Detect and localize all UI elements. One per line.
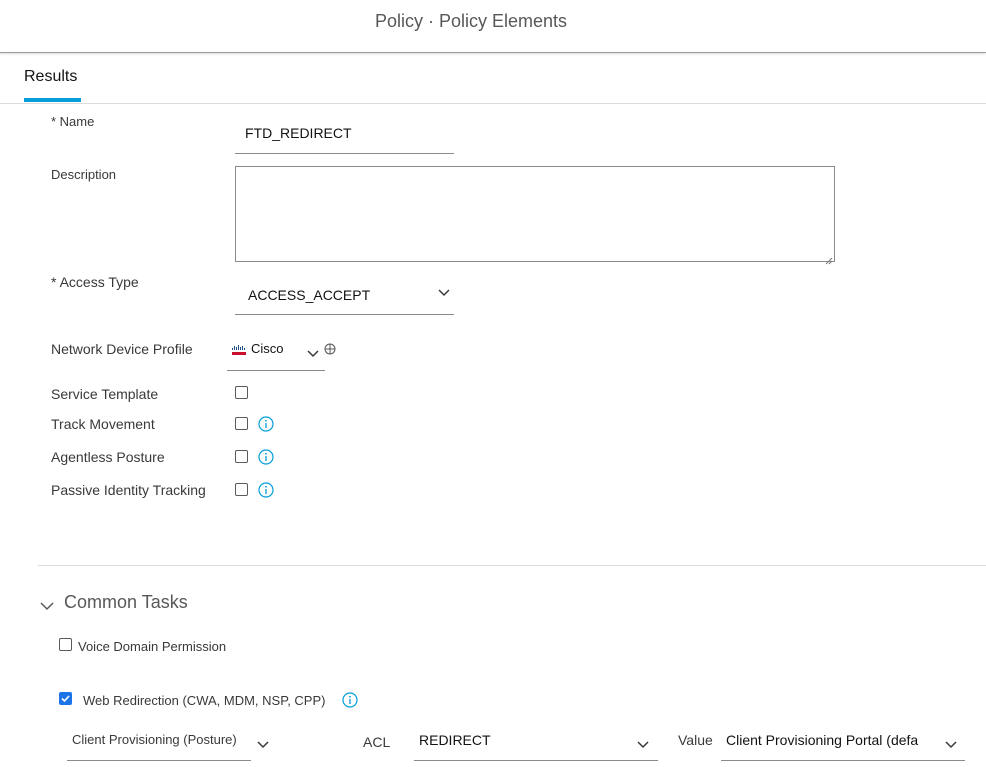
info-icon[interactable]: [258, 416, 274, 432]
track-movement-label: Track Movement: [51, 416, 155, 432]
chevron-down-icon[interactable]: [40, 598, 54, 616]
description-textarea[interactable]: [235, 166, 835, 265]
track-movement-checkbox[interactable]: [235, 417, 248, 430]
network-device-profile-label: Network Device Profile: [51, 341, 193, 357]
redirection-type-value: Client Provisioning (Posture): [72, 732, 237, 747]
tab-results[interactable]: Results: [24, 68, 77, 86]
chevron-down-icon: [945, 736, 957, 754]
description-label: Description: [51, 167, 117, 182]
service-template-checkbox[interactable]: [235, 386, 248, 399]
name-label: * Name: [51, 114, 95, 129]
access-type-select[interactable]: ACCESS_ACCEPT: [235, 279, 454, 315]
chevron-down-icon: [257, 736, 269, 754]
voice-domain-permission-label: Voice Domain Permission: [78, 639, 227, 654]
portal-value: Client Provisioning Portal (defa: [726, 732, 919, 748]
agentless-posture-checkbox[interactable]: [235, 450, 248, 463]
tabs-divider: [0, 103, 986, 104]
name-value: FTD_REDIRECT: [245, 125, 352, 141]
acl-value: REDIRECT: [419, 732, 491, 748]
info-icon[interactable]: [258, 449, 274, 465]
service-template-label: Service Template: [51, 386, 159, 402]
acl-label: ACL: [363, 734, 391, 750]
chevron-down-icon: [307, 345, 319, 363]
common-tasks-title[interactable]: Common Tasks: [64, 592, 188, 613]
globe-icon[interactable]: [324, 343, 336, 355]
section-divider: [38, 565, 986, 566]
portal-value-select[interactable]: Client Provisioning Portal (defa: [721, 726, 965, 761]
access-type-label: * Access Type: [51, 274, 139, 290]
web-redirection-checkbox[interactable]: [59, 692, 72, 705]
value-label: Value: [678, 732, 713, 748]
resize-handle-icon[interactable]: [825, 252, 833, 265]
chevron-down-icon: [637, 736, 649, 754]
redirection-type-select[interactable]: Client Provisioning (Posture): [67, 726, 269, 761]
acl-select[interactable]: REDIRECT: [414, 726, 658, 761]
voice-domain-permission-checkbox[interactable]: [59, 638, 72, 651]
name-field[interactable]: FTD_REDIRECT: [235, 118, 454, 154]
info-icon[interactable]: [258, 482, 274, 498]
info-icon[interactable]: [342, 692, 358, 708]
network-device-profile-value: Cisco: [251, 341, 284, 356]
agentless-posture-label: Agentless Posture: [51, 449, 165, 465]
active-tab-indicator: [24, 98, 81, 102]
cisco-logo-icon: [231, 343, 247, 355]
passive-identity-tracking-label: Passive Identity Tracking: [51, 482, 206, 498]
chevron-down-icon: [438, 289, 450, 299]
page-title: Policy · Policy Elements: [374, 11, 568, 31]
passive-identity-tracking-checkbox[interactable]: [235, 483, 248, 496]
access-type-value: ACCESS_ACCEPT: [248, 287, 371, 303]
web-redirection-label: Web Redirection (CWA, MDM, NSP, CPP): [83, 693, 326, 708]
